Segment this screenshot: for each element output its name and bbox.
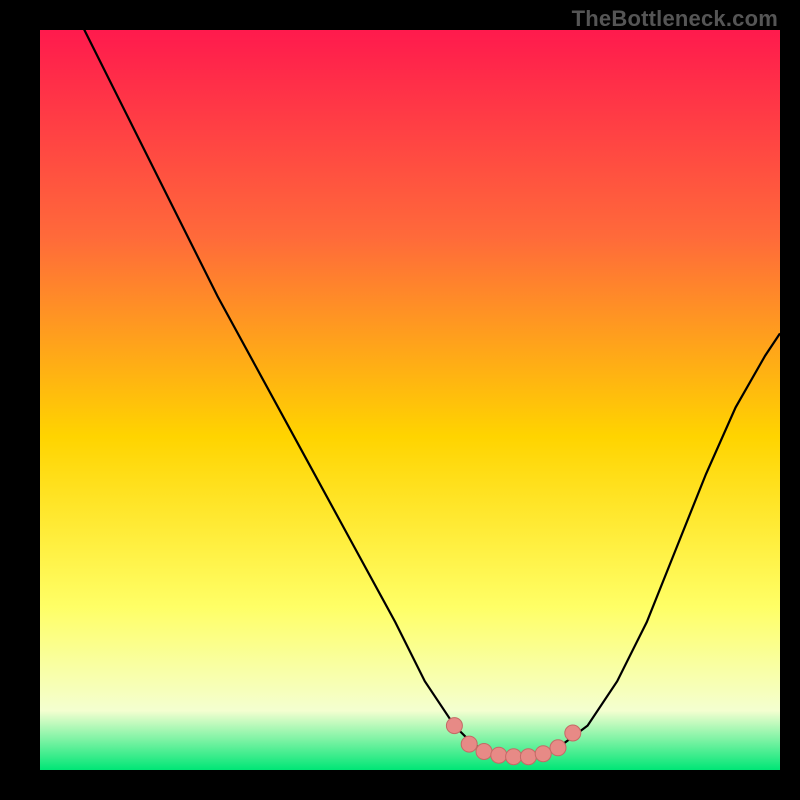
watermark-text: TheBottleneck.com xyxy=(572,6,778,32)
marker-point xyxy=(535,746,551,762)
marker-point xyxy=(520,749,536,765)
marker-point xyxy=(506,749,522,765)
marker-point xyxy=(491,747,507,763)
marker-point xyxy=(565,725,581,741)
marker-point xyxy=(476,744,492,760)
chart-frame: TheBottleneck.com xyxy=(0,0,800,800)
gradient-background xyxy=(40,30,780,770)
marker-point xyxy=(461,736,477,752)
marker-point xyxy=(550,740,566,756)
marker-point xyxy=(446,718,462,734)
chart-plot xyxy=(40,30,780,770)
